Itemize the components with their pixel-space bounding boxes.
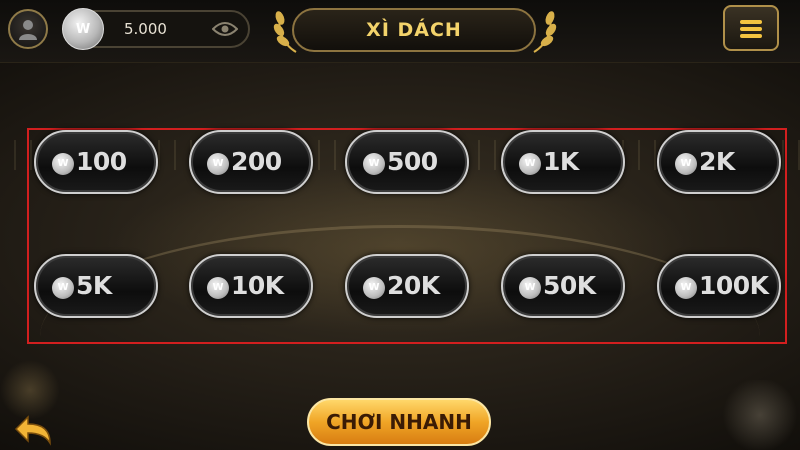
coin-icon: W — [363, 277, 385, 299]
bet-amount: 1K — [543, 147, 579, 176]
bet-chip[interactable]: W 10K — [189, 254, 313, 318]
bet-amount: 2K — [699, 147, 735, 176]
bet-chip[interactable]: W 500 — [345, 130, 469, 194]
bet-chip[interactable]: W 5K — [34, 254, 158, 318]
bet-chip[interactable]: W 200 — [189, 130, 313, 194]
coin-icon: W — [52, 153, 74, 175]
bet-chip[interactable]: W 20K — [345, 254, 469, 318]
bet-amount: 5K — [76, 271, 112, 300]
bet-chip[interactable]: W 100 — [34, 130, 158, 194]
bet-amount: 100 — [76, 147, 127, 176]
bet-amount: 200 — [231, 147, 282, 176]
coin-icon: W — [363, 153, 385, 175]
coin-icon: W — [519, 277, 541, 299]
bet-amount: 500 — [387, 147, 438, 176]
back-arrow-icon[interactable] — [12, 413, 56, 447]
bet-amount: 10K — [231, 271, 284, 300]
bet-amount: 50K — [543, 271, 596, 300]
bet-chip[interactable]: W 50K — [501, 254, 625, 318]
bet-chip[interactable]: W 2K — [657, 130, 781, 194]
coin-icon: W — [207, 153, 229, 175]
bet-amount: 100K — [699, 271, 769, 300]
coin-icon: W — [675, 277, 697, 299]
coin-icon: W — [207, 277, 229, 299]
bet-chip[interactable]: W 1K — [501, 130, 625, 194]
coin-icon: W — [52, 277, 74, 299]
bet-amount: 20K — [387, 271, 440, 300]
bet-chip-grid: W 100 W 200 W 500 W 1K W 2K W 5K W 10K W… — [0, 0, 800, 450]
bet-chip[interactable]: W 100K — [657, 254, 781, 318]
coin-icon: W — [519, 153, 541, 175]
coin-icon: W — [675, 153, 697, 175]
quick-play-button[interactable]: CHƠI NHANH — [307, 398, 491, 446]
